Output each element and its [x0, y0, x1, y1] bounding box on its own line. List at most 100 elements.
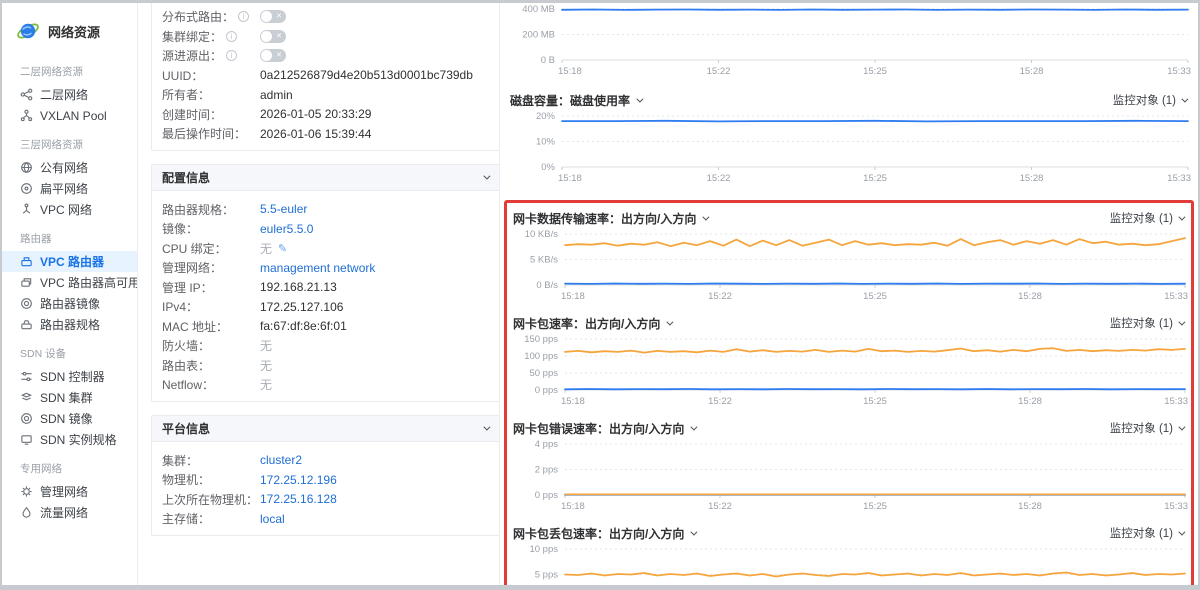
- vpc-router-icon: [20, 255, 33, 268]
- chevron-down-icon[interactable]: [691, 423, 698, 430]
- svg-text:10 pps: 10 pps: [529, 544, 558, 555]
- sidebar-item-traffic-network[interactable]: 流量网络: [2, 502, 137, 523]
- app-logo-row: 网络资源: [2, 17, 137, 53]
- nic-packet-rate-chart-block: 网卡包速率：出方向/入方向 监控对象 (1) 150 pps100 pps50 …: [507, 309, 1191, 414]
- config-info-header[interactable]: 配置信息: [152, 165, 499, 191]
- management-network-link[interactable]: management network: [260, 261, 375, 275]
- nic-packet-rate-chart: 150 pps100 pps50 pps0 pps15:1815:2215:25…: [507, 333, 1189, 409]
- nic-throughput-chart: 10 KB/s5 KB/s0 B/s15:1815:2215:2515:2815…: [507, 228, 1189, 304]
- last-host-link[interactable]: 172.25.16.128: [260, 492, 337, 506]
- source-in-out-toggle[interactable]: ✕: [260, 49, 286, 62]
- monitor-object-dropdown[interactable]: 监控对象 (1): [1110, 525, 1183, 541]
- chevron-down-icon[interactable]: [667, 318, 674, 325]
- sidebar-item-flat-network[interactable]: 扁平网络: [2, 178, 137, 199]
- sidebar-item-vpc-network[interactable]: VPC 网络: [2, 199, 137, 220]
- sidebar-item-vpc-router-ha-group[interactable]: VPC 路由器高可用组: [2, 272, 137, 293]
- globe-icon: [20, 161, 33, 174]
- svg-text:15:33: 15:33: [1164, 291, 1188, 302]
- monitor-object-dropdown[interactable]: 监控对象 (1): [1110, 210, 1183, 226]
- l2-network-icon: [20, 88, 33, 101]
- image-link[interactable]: euler5.5.0: [260, 222, 313, 236]
- monitor-object-dropdown[interactable]: 监控对象 (1): [1110, 420, 1183, 436]
- field-label: 源进源出：: [162, 47, 222, 64]
- monitor-object-dropdown[interactable]: 监控对象 (1): [1110, 315, 1183, 331]
- route-table-value: 无: [260, 357, 272, 374]
- highlight-red-box: 网卡数据传输速率：出方向/入方向 监控对象 (1) 10 KB/s5 KB/s0…: [504, 200, 1194, 585]
- sidebar-group-sdn: SDN 设备: [2, 335, 137, 366]
- svg-text:150 pps: 150 pps: [524, 334, 558, 345]
- flat-network-icon: [20, 182, 33, 195]
- svg-text:20%: 20%: [536, 111, 556, 122]
- platform-info-card: 平台信息 集群：cluster2 物理机：172.25.12.196 上次所在物…: [151, 415, 499, 536]
- info-icon[interactable]: [226, 50, 237, 61]
- nic-packet-drop-chart-block: 网卡包丢包速率：出方向/入方向 监控对象 (1) 10 pps5 pps0 pp…: [507, 519, 1191, 585]
- svg-text:15:25: 15:25: [863, 501, 887, 512]
- svg-text:15:25: 15:25: [863, 291, 887, 302]
- svg-text:15:28: 15:28: [1018, 396, 1042, 407]
- svg-text:15:28: 15:28: [1020, 173, 1044, 184]
- chevron-down-icon[interactable]: [483, 172, 490, 179]
- field-source-in-out: 源进源出： ✕: [162, 46, 499, 66]
- monitor-object-dropdown[interactable]: 监控对象 (1): [1113, 92, 1186, 108]
- disk-usage-chart-block: 磁盘容量：磁盘使用率 监控对象 (1) 20%10%0%15:1815:2215…: [504, 84, 1194, 191]
- sidebar-item-router-image[interactable]: 路由器镜像: [2, 293, 137, 314]
- chevron-down-icon[interactable]: [691, 528, 698, 535]
- svg-text:15:25: 15:25: [863, 396, 887, 407]
- field-distributed-routing: 分布式路由： ✕: [162, 7, 499, 27]
- host-link[interactable]: 172.25.12.196: [260, 473, 337, 487]
- sidebar-item-label: SDN 实例规格: [40, 431, 117, 448]
- svg-text:15:18: 15:18: [561, 396, 585, 407]
- sidebar-item-vxlan-pool[interactable]: VXLAN Pool: [2, 105, 137, 126]
- sidebar-item-router-spec[interactable]: 路由器规格: [2, 314, 137, 335]
- svg-text:15:22: 15:22: [708, 501, 732, 512]
- sidebar: 网络资源 二层网络资源 二层网络 VXLAN Pool 三层网络资源 公有网络 …: [2, 3, 138, 585]
- router-spec-link[interactable]: 5.5-euler: [260, 202, 307, 216]
- svg-text:15:22: 15:22: [708, 291, 732, 302]
- sidebar-item-sdn-instance-spec[interactable]: SDN 实例规格: [2, 429, 137, 450]
- last-op-time-value: 2026-01-06 15:39:44: [260, 127, 371, 141]
- chevron-down-icon[interactable]: [636, 95, 643, 102]
- svg-text:15:25: 15:25: [863, 173, 887, 184]
- field-owner: 所有者： admin: [162, 85, 499, 105]
- sidebar-item-label: SDN 镜像: [40, 410, 93, 427]
- sidebar-item-label: 公有网络: [40, 159, 88, 176]
- sidebar-item-label: 流量网络: [40, 504, 88, 521]
- basic-info-card: 分布式路由： ✕ 集群绑定： ✕ 源进源出： ✕ UUID： 0a2125268…: [151, 3, 499, 151]
- info-icon[interactable]: [226, 31, 237, 42]
- sidebar-item-label: VPC 网络: [40, 201, 92, 218]
- svg-text:15:28: 15:28: [1018, 291, 1042, 302]
- sidebar-item-vpc-router[interactable]: VPC 路由器: [2, 251, 137, 272]
- sidebar-item-label: 管理网络: [40, 483, 88, 500]
- router-image-icon: [20, 297, 33, 310]
- sidebar-item-management-network[interactable]: 管理网络: [2, 481, 137, 502]
- edit-pencil-icon[interactable]: ✎: [278, 242, 287, 255]
- platform-info-header[interactable]: 平台信息: [152, 416, 499, 442]
- distributed-routing-toggle[interactable]: ✕: [260, 10, 286, 23]
- nic-throughput-chart-block: 网卡数据传输速率：出方向/入方向 监控对象 (1) 10 KB/s5 KB/s0…: [507, 204, 1191, 309]
- sidebar-item-sdn-controller[interactable]: SDN 控制器: [2, 366, 137, 387]
- section-title: 平台信息: [162, 420, 210, 437]
- sidebar-item-l2-network[interactable]: 二层网络: [2, 84, 137, 105]
- sidebar-item-sdn-image[interactable]: SDN 镜像: [2, 408, 137, 429]
- primary-storage-link[interactable]: local: [260, 512, 285, 526]
- cpu-binding-value: 无: [260, 240, 272, 257]
- svg-text:15:28: 15:28: [1018, 501, 1042, 512]
- mac-address-value: fa:67:df:8e:6f:01: [260, 319, 347, 333]
- ipv4-value: 172.25.127.106: [260, 300, 343, 314]
- config-info-card: 配置信息 路由器规格：5.5-euler 镜像：euler5.5.0 CPU 绑…: [151, 164, 499, 402]
- create-time-value: 2026-01-05 20:33:29: [260, 107, 371, 121]
- chevron-down-icon[interactable]: [703, 213, 710, 220]
- sidebar-item-sdn-cluster[interactable]: SDN 集群: [2, 387, 137, 408]
- info-icon[interactable]: [238, 11, 249, 22]
- svg-text:5 KB/s: 5 KB/s: [530, 255, 558, 266]
- sidebar-item-label: 路由器规格: [40, 316, 100, 333]
- svg-text:15:22: 15:22: [707, 173, 731, 184]
- cluster-binding-toggle[interactable]: ✕: [260, 30, 286, 43]
- field-uuid: UUID： 0a212526879d4e20b513d0001bc739db: [162, 66, 499, 86]
- owner-value: admin: [260, 88, 293, 102]
- sidebar-item-public-network[interactable]: 公有网络: [2, 157, 137, 178]
- svg-text:0 B: 0 B: [541, 55, 555, 66]
- detail-panel: 分布式路由： ✕ 集群绑定： ✕ 源进源出： ✕ UUID： 0a2125268…: [138, 3, 499, 585]
- chevron-down-icon[interactable]: [483, 423, 490, 430]
- cluster-link[interactable]: cluster2: [260, 453, 302, 467]
